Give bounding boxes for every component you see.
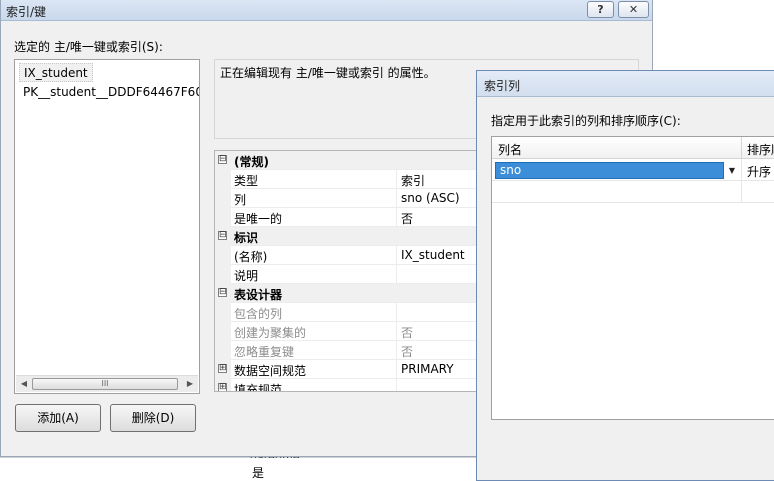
property-value[interactable]: 索引	[401, 172, 425, 189]
delete-button[interactable]: 删除(D)	[110, 404, 196, 432]
property-separator	[396, 341, 397, 360]
property-separator	[396, 208, 397, 227]
property-name: 包含的列	[234, 307, 283, 321]
property-row[interactable]: ⊞ 填充规范	[215, 379, 477, 392]
column-name-select[interactable]: sno	[495, 162, 724, 179]
index-columns-dialog: 索引列 指定用于此索引的列和排序顺序(C): 列名 排序顺 sno ▼ 升序	[476, 70, 774, 481]
chevron-down-icon[interactable]: ▼	[725, 162, 739, 179]
property-name: (名称)	[234, 250, 268, 264]
property-gutter	[215, 341, 231, 360]
dialog-title: 索引/键	[6, 5, 47, 19]
index-columns-titlebar: 索引列	[477, 71, 774, 97]
property-value[interactable]: PRIMARY	[401, 362, 454, 376]
help-icon: ?	[597, 3, 604, 16]
property-category[interactable]: ⊟ 表设计器	[215, 284, 477, 303]
property-name: 是唯一的	[234, 212, 283, 226]
column-name-header[interactable]: 列名	[498, 141, 522, 158]
property-gutter	[215, 303, 231, 322]
property-name: 类型	[234, 174, 259, 188]
property-row[interactable]: 是唯一的 否	[215, 208, 477, 227]
property-name: (常规)	[234, 155, 269, 169]
property-separator	[396, 303, 397, 322]
index-columns-grid[interactable]: 列名 排序顺 sno ▼ 升序	[491, 136, 774, 420]
property-gutter	[215, 246, 231, 265]
property-value[interactable]: 否	[401, 324, 413, 341]
property-gutter	[215, 208, 231, 227]
property-row[interactable]: 忽略重复键 否	[215, 341, 477, 360]
close-button[interactable]: ✕	[618, 1, 649, 18]
keys-list[interactable]: IX_student PK__student__DDDF64467F60EB ◀…	[14, 59, 200, 394]
horizontal-scrollbar[interactable]: ◀ III ▶	[16, 375, 198, 392]
sort-order-cell[interactable]: 升序	[747, 163, 771, 180]
grid-header: 列名 排序顺	[492, 137, 774, 159]
property-grid[interactable]: ⊟ (常规) 类型 索引列 sno (ASC) 是唯一的否 ⊟ 标识 (名称) IX_studen…	[214, 150, 478, 392]
property-category[interactable]: ⊟ (常规)	[215, 151, 477, 170]
add-button[interactable]: 添加(A)	[15, 404, 101, 432]
property-value[interactable]: sno (ASC)	[401, 191, 460, 205]
cell-separator	[741, 181, 742, 203]
index-columns-instruction: 指定用于此索引的列和排序顺序(C):	[491, 114, 681, 128]
close-icon: ✕	[628, 3, 639, 16]
property-row[interactable]: 说明	[215, 265, 477, 284]
selected-keys-label: 选定的 主/唯一键或索引(S):	[14, 40, 163, 54]
table-row-empty[interactable]	[492, 181, 774, 203]
property-gutter	[215, 322, 231, 341]
property-name: 说明	[234, 269, 259, 283]
background-value: 是	[252, 466, 265, 480]
property-category[interactable]: ⊟ 标识	[215, 227, 477, 246]
property-separator	[396, 360, 397, 379]
dialog-titlebar: 索引/键 ? ✕	[1, 0, 652, 21]
property-gutter	[215, 170, 231, 189]
property-separator	[396, 246, 397, 265]
property-value[interactable]: 否	[401, 343, 413, 360]
scroll-thumb[interactable]: III	[32, 378, 178, 390]
property-row[interactable]: 列 sno (ASC)	[215, 189, 477, 208]
index-columns-title: 索引列	[484, 79, 521, 93]
property-name: 标识	[234, 231, 259, 245]
property-name: 列	[234, 193, 247, 207]
table-row[interactable]: sno ▼ 升序	[492, 159, 774, 181]
list-item-ix-student[interactable]: IX_student	[19, 63, 93, 82]
scroll-right-icon[interactable]: ▶	[184, 378, 196, 390]
expand-icon[interactable]: ⊞	[218, 383, 227, 391]
property-separator	[396, 379, 397, 391]
property-separator	[396, 189, 397, 208]
property-row[interactable]: 类型 索引	[215, 170, 477, 189]
property-name: 填充规范	[234, 383, 283, 392]
property-name: 数据空间规范	[234, 364, 307, 378]
sort-order-header[interactable]: 排序顺	[747, 141, 774, 158]
cell-separator	[741, 159, 742, 181]
expand-icon[interactable]: ⊞	[218, 364, 227, 373]
collapse-icon[interactable]: ⊟	[218, 231, 227, 240]
property-name: 忽略重复键	[234, 345, 295, 359]
property-row[interactable]: 包含的列	[215, 303, 477, 322]
header-separator	[741, 137, 742, 159]
property-gutter	[215, 265, 231, 284]
collapse-icon[interactable]: ⊟	[218, 155, 227, 164]
property-gutter	[215, 189, 231, 208]
property-separator	[396, 322, 397, 341]
property-row[interactable]: 创建为聚集的 否	[215, 322, 477, 341]
help-button[interactable]: ?	[587, 1, 614, 18]
property-value[interactable]: IX_student	[401, 248, 465, 262]
property-row[interactable]: (名称) IX_student	[215, 246, 477, 265]
property-separator	[396, 170, 397, 189]
property-name: 表设计器	[234, 288, 283, 302]
scroll-left-icon[interactable]: ◀	[18, 378, 30, 390]
collapse-icon[interactable]: ⊟	[218, 288, 227, 297]
property-row[interactable]: ⊞ 数据空间规范 PRIMARY	[215, 360, 477, 379]
property-value[interactable]: 否	[401, 210, 413, 227]
description-text: 正在编辑现有 主/唯一键或索引 的属性。	[220, 66, 436, 80]
property-separator	[396, 265, 397, 284]
property-name: 创建为聚集的	[234, 326, 307, 340]
list-item-pk-student[interactable]: PK__student__DDDF64467F60EB	[19, 83, 199, 102]
